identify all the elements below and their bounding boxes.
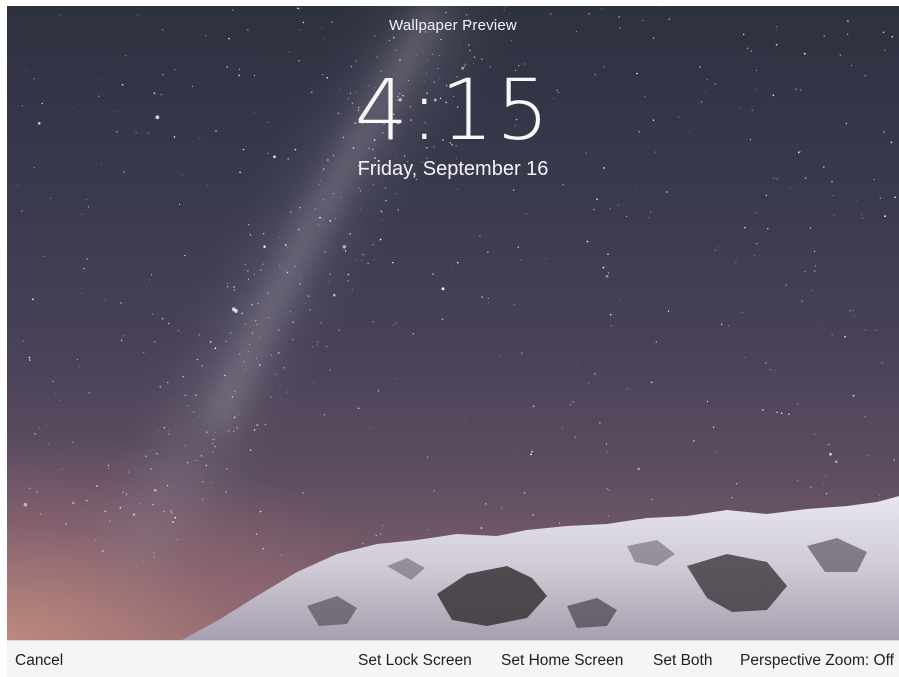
perspective-zoom-toggle[interactable]: Perspective Zoom: Off bbox=[740, 641, 894, 677]
device-screen: Wallpaper Preview 4:15 Friday, September… bbox=[7, 6, 899, 677]
set-both-button[interactable]: Set Both bbox=[653, 641, 712, 677]
lock-screen-date: Friday, September 16 bbox=[357, 158, 549, 180]
preview-title: Wallpaper Preview bbox=[389, 17, 517, 34]
set-lock-screen-button[interactable]: Set Lock Screen bbox=[358, 641, 472, 677]
wallpaper-toolbar: Cancel Set Lock Screen Set Home Screen S… bbox=[7, 640, 899, 677]
lock-screen-time: 4:15 bbox=[354, 61, 552, 159]
set-home-screen-button[interactable]: Set Home Screen bbox=[501, 641, 623, 677]
cancel-button[interactable]: Cancel bbox=[15, 641, 63, 677]
